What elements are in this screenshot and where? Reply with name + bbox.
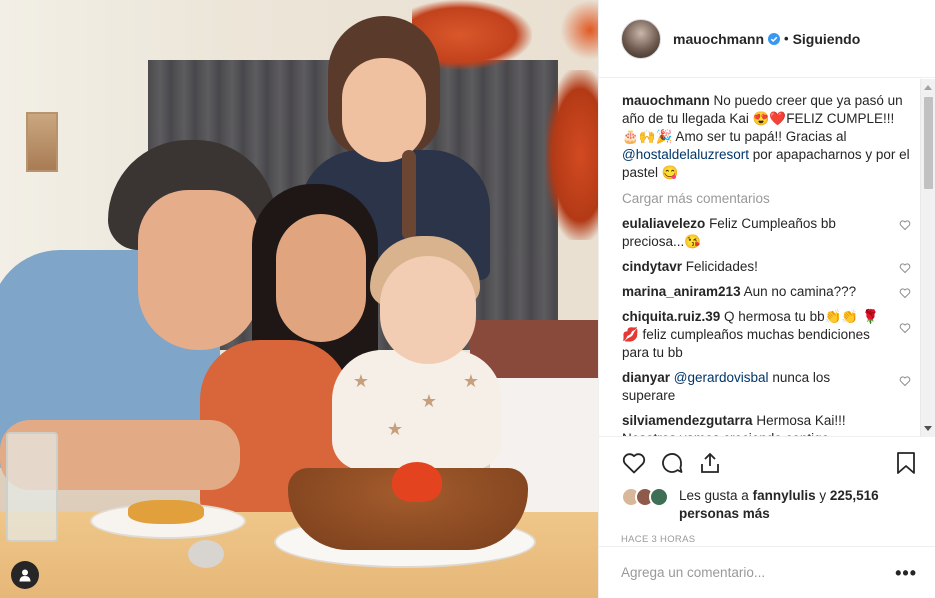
heart-icon[interactable] — [899, 375, 911, 387]
verified-badge-icon — [768, 32, 781, 45]
photo-wall-frame — [26, 112, 58, 172]
more-options-button[interactable]: ••• — [895, 564, 917, 582]
heart-icon[interactable] — [899, 322, 911, 334]
post-header: mauochmann • Siguiendo — [599, 0, 935, 78]
photo-cake-flower — [392, 462, 442, 502]
likes-joiner: y — [819, 488, 827, 503]
comment-button[interactable] — [659, 450, 685, 476]
post-sidebar: mauochmann • Siguiendo mauochmann No pue… — [598, 0, 935, 598]
photo-glass — [6, 432, 58, 542]
post: ★ ★ ★ ★ mauochmann • Siguiendo mauochman… — [0, 0, 935, 598]
scrollbar-thumb[interactable] — [924, 97, 933, 189]
header-username[interactable]: mauochmann — [673, 31, 764, 47]
comment-text: Aun no camina??? — [743, 284, 857, 299]
user-tag-icon — [19, 569, 31, 582]
photo-spoon — [188, 540, 224, 568]
likes-prefix: Les gusta a — [679, 488, 749, 503]
photo-girl-face — [342, 58, 426, 162]
photo-girl-braid — [402, 150, 416, 240]
comment-icon — [662, 453, 683, 473]
post-actions: Les gusta a fannylulis y 225,516 persona… — [599, 436, 935, 545]
follow-status-button[interactable]: Siguiendo — [793, 31, 861, 47]
heart-icon[interactable] — [899, 219, 911, 231]
comment-item: dianyar @gerardovisbal nunca los superar… — [622, 369, 911, 405]
bookmark-icon — [897, 452, 915, 474]
comment-username[interactable]: eulaliavelezo — [622, 216, 705, 231]
load-more-comments-button[interactable]: Cargar más comentarios — [622, 190, 911, 208]
scroll-down-arrow-icon[interactable] — [924, 426, 932, 431]
post-timestamp[interactable]: HACE 3 HORAS — [621, 534, 919, 545]
user-tag-button[interactable] — [11, 561, 39, 589]
comment-item: silviamendezgutarra Hermosa Kai!!! Nosot… — [622, 412, 911, 436]
comment-username[interactable]: silviamendezgutarra — [622, 413, 753, 428]
comment-text: Felicidades! — [685, 259, 758, 274]
comments-list[interactable]: mauochmann No puedo creer que ya pasó un… — [599, 78, 935, 436]
scroll-up-arrow-icon[interactable] — [924, 85, 932, 90]
caption-username[interactable]: mauochmann — [622, 93, 710, 108]
post-caption: mauochmann No puedo creer que ya pasó un… — [622, 92, 911, 182]
comment-username[interactable]: chiquita.ruiz.39 — [622, 309, 720, 324]
save-button[interactable] — [893, 450, 919, 476]
heart-icon[interactable] — [899, 262, 911, 274]
photo-baby-body — [332, 350, 502, 470]
comment-mention[interactable]: @gerardovisbal — [674, 370, 769, 385]
comment-item: cindytavr Felicidades! — [622, 258, 911, 276]
action-buttons — [621, 447, 919, 479]
comments-scrollbar[interactable] — [920, 79, 935, 437]
like-button[interactable] — [621, 450, 647, 476]
comment-username[interactable]: marina_aniram213 — [622, 284, 741, 299]
photo-woman-face — [276, 214, 366, 342]
heart-icon — [622, 453, 646, 474]
comment-item: chiquita.ruiz.39 Q hermosa tu bb👏👏 🌹💋 fe… — [622, 308, 911, 362]
photo-star-pattern: ★ — [352, 371, 370, 391]
comment-username[interactable]: cindytavr — [622, 259, 682, 274]
photo-star-pattern: ★ — [420, 391, 438, 411]
heart-icon[interactable] — [899, 287, 911, 299]
header-separator: • — [784, 31, 789, 46]
liker-avatars[interactable] — [621, 487, 673, 507]
share-button[interactable] — [697, 450, 723, 476]
comment-input[interactable]: Agrega un comentario... — [621, 565, 895, 580]
photo-leaf — [560, 0, 598, 60]
avatar[interactable] — [621, 18, 661, 59]
liker-username[interactable]: fannylulis — [753, 488, 816, 503]
avatar — [649, 487, 669, 507]
likes-count[interactable]: Les gusta a fannylulis y 225,516 persona… — [679, 487, 919, 523]
add-comment-bar: Agrega un comentario... ••• — [599, 546, 935, 598]
photo-star-pattern: ★ — [386, 419, 404, 439]
photo-cake-slice — [128, 500, 204, 524]
share-icon — [701, 452, 719, 473]
photo-baby-face — [380, 256, 476, 364]
photo-man-face — [138, 190, 260, 350]
photo-leaf — [545, 70, 598, 240]
comment-username[interactable]: dianyar — [622, 370, 670, 385]
comment-item: marina_aniram213 Aun no camina??? — [622, 283, 911, 301]
photo-star-pattern: ★ — [462, 371, 480, 391]
likes-summary: Les gusta a fannylulis y 225,516 persona… — [621, 487, 919, 523]
comment-item: eulaliavelezo Feliz Cumpleaños bb precio… — [622, 215, 911, 251]
caption-mention[interactable]: @hostaldelaluzresort — [622, 147, 749, 162]
post-photo[interactable]: ★ ★ ★ ★ — [0, 0, 598, 598]
